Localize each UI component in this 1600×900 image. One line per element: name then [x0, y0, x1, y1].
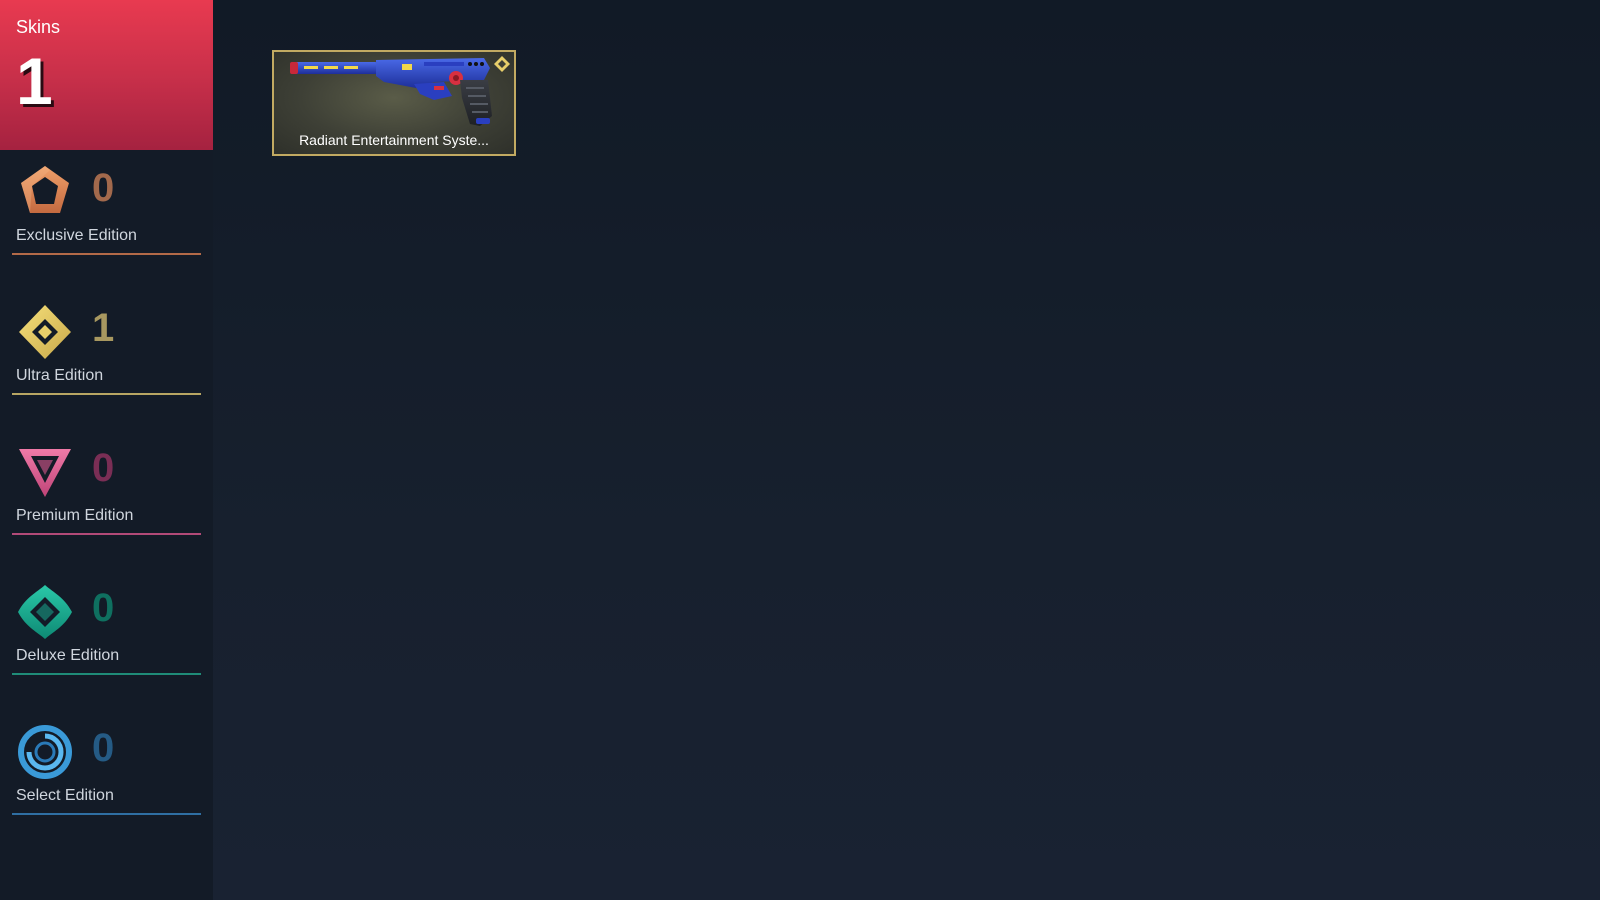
skins-count: 1: [16, 44, 53, 118]
tier-deluxe-edition[interactable]: 0 Deluxe Edition: [12, 583, 201, 675]
tier-ultra-edition[interactable]: 1 Ultra Edition: [12, 303, 201, 395]
premium-edition-icon: [19, 449, 71, 497]
skins-total-panel[interactable]: Skins 1: [0, 0, 213, 150]
tier-exclusive-edition[interactable]: 0 Exclusive Edition: [12, 163, 201, 255]
tier-count: 0: [92, 166, 115, 210]
tier-sidebar: Skins 1 0 Exclusive Edition 1 Ultra Edit…: [0, 0, 213, 900]
tier-label: Premium Edition: [16, 507, 134, 524]
exclusive-edition-icon: [21, 166, 69, 213]
tier-label: Exclusive Edition: [16, 227, 137, 244]
select-edition-icon: [18, 725, 72, 779]
tier-select-edition[interactable]: 0 Select Edition: [12, 723, 201, 815]
ultra-edition-icon: [494, 56, 510, 72]
ultra-edition-icon: [19, 305, 71, 359]
skins-title: Skins: [16, 17, 61, 37]
tier-count: 0: [92, 446, 115, 490]
tier-label: Deluxe Edition: [16, 647, 120, 664]
collection-screen: Skins 1 0 Exclusive Edition 1 Ultra Edit…: [0, 0, 1600, 900]
tier-count: 0: [92, 726, 115, 770]
tier-label: Select Edition: [16, 787, 114, 804]
skin-card[interactable]: Radiant Entertainment Syste...: [272, 50, 516, 156]
tier-label: Ultra Edition: [16, 367, 104, 384]
deluxe-edition-icon: [18, 585, 72, 639]
tier-count: 0: [92, 586, 115, 630]
tier-premium-edition[interactable]: 0 Premium Edition: [12, 443, 201, 535]
skin-name: Radiant Entertainment Syste...: [299, 132, 489, 148]
pistol-skin-image: [290, 58, 492, 126]
tier-count: 1: [92, 306, 115, 350]
